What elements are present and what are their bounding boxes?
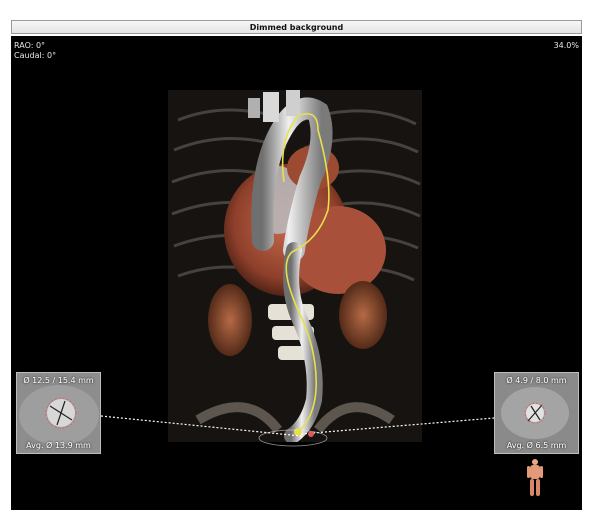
cross-section-ring xyxy=(258,429,328,447)
window-title: Dimmed background xyxy=(249,23,344,32)
left-inset-average: Avg. Ø 13.9 mm xyxy=(26,441,91,450)
left-leader-line xyxy=(100,415,302,437)
left-cross-section-inset[interactable]: Ø 12.5 / 15.4 mm Avg. Ø 13.9 mm xyxy=(16,372,101,454)
body-figure-icon[interactable] xyxy=(526,458,544,498)
right-cross-section-inset[interactable]: Ø 4.9 / 8.0 mm Avg. Ø 6.5 mm xyxy=(494,372,579,454)
right-inset-average: Avg. Ø 6.5 mm xyxy=(506,441,567,450)
right-leader-line xyxy=(300,417,495,435)
3d-viewport[interactable]: RAO: 0° Caudal: 0° 34.0% Ø 12.5 / 15.4 m… xyxy=(11,36,582,510)
window-title-bar: Dimmed background xyxy=(11,20,582,34)
right-inset-diameters: Ø 4.9 / 8.0 mm xyxy=(506,376,567,385)
left-inset-diameters: Ø 12.5 / 15.4 mm xyxy=(23,376,94,385)
